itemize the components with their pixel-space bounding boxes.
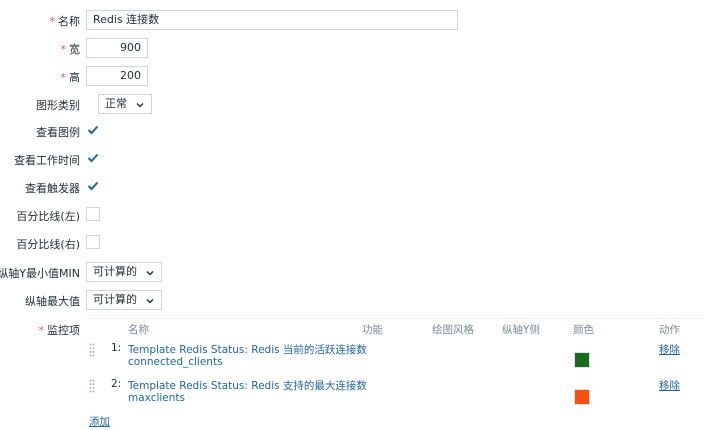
height-row: * 高 200 [0, 66, 704, 86]
height-label: * 高 [60, 71, 81, 84]
header-draw-style: 绘图风格 [432, 324, 474, 336]
percentile-left-checkbox[interactable] [86, 207, 100, 221]
header-color: 颜色 [573, 324, 594, 336]
items-label: * 监控项 [38, 324, 81, 337]
y-min-row: 纵轴Y最小值MIN 可计算的 [0, 262, 704, 282]
header-action: 动作 [659, 324, 680, 336]
row-index: 1: [111, 342, 122, 354]
item-key-link[interactable]: connected_clients [128, 356, 223, 368]
show-triggers-label: 查看触发器 [25, 182, 80, 195]
row-index: 2: [111, 378, 122, 390]
show-triggers-checkbox[interactable] [86, 179, 100, 193]
name-label: * 名称 [49, 15, 81, 28]
percentile-right-row: 百分比线(右) [0, 235, 704, 251]
drag-handle-icon[interactable] [89, 343, 95, 357]
name-input[interactable]: Redis 连接数 [86, 10, 458, 30]
header-name: 名称 [128, 324, 149, 336]
width-row: * 宽 900 [0, 38, 704, 58]
items-table [86, 318, 704, 430]
show-work-period-row: 查看工作时间 [0, 151, 704, 167]
y-max-select[interactable]: 可计算的 [86, 290, 162, 310]
drag-handle-icon[interactable] [89, 379, 95, 393]
percentile-right-checkbox[interactable] [86, 235, 100, 249]
item-name-link[interactable]: Template Redis Status: Redis 支持的最大连接数 [128, 378, 367, 393]
show-work-period-label: 查看工作时间 [14, 154, 80, 167]
item-name-link[interactable]: Template Redis Status: Redis 当前的活跃连接数 [128, 342, 367, 357]
header-function: 功能 [362, 324, 383, 336]
check-icon [87, 181, 99, 191]
remove-button[interactable]: 移除 [659, 378, 680, 393]
percentile-left-row: 百分比线(左) [0, 207, 704, 223]
chevron-down-icon [146, 271, 154, 276]
item-key-link[interactable]: maxclients [128, 392, 185, 404]
show-legend-label: 查看图例 [36, 126, 80, 139]
color-swatch[interactable] [574, 389, 590, 405]
graph-type-value: 正常 [105, 97, 127, 110]
height-input[interactable]: 200 [86, 66, 148, 86]
width-label: * 宽 [60, 43, 81, 56]
check-icon [87, 153, 99, 163]
y-min-select[interactable]: 可计算的 [86, 262, 162, 282]
show-legend-row: 查看图例 [0, 123, 704, 139]
check-icon [87, 125, 99, 135]
remove-button[interactable]: 移除 [659, 342, 680, 357]
show-legend-checkbox[interactable] [86, 123, 100, 137]
y-min-value: 可计算的 [93, 265, 137, 278]
header-y-axis: 纵轴Y侧 [502, 324, 540, 336]
color-swatch[interactable] [574, 352, 590, 368]
show-triggers-row: 查看触发器 [0, 179, 704, 195]
add-item-button[interactable]: 添加 [89, 414, 110, 429]
show-work-period-checkbox[interactable] [86, 151, 100, 165]
graph-type-select[interactable]: 正常 [98, 94, 152, 114]
percentile-left-label: 百分比线(左) [16, 210, 80, 223]
y-max-value: 可计算的 [93, 293, 137, 306]
y-min-label: 纵轴Y最小值MIN [0, 267, 80, 280]
width-input[interactable]: 900 [86, 38, 148, 58]
graph-type-label: 图形类别 [36, 99, 80, 112]
y-max-label: 纵轴最大值 [25, 295, 80, 308]
chevron-down-icon [136, 103, 144, 108]
percentile-right-label: 百分比线(右) [16, 238, 80, 251]
y-max-row: 纵轴最大值 可计算的 [0, 290, 704, 310]
name-row: * 名称 Redis 连接数 [0, 10, 704, 30]
chevron-down-icon [146, 299, 154, 304]
graph-type-row: 图形类别 正常 [0, 94, 704, 114]
